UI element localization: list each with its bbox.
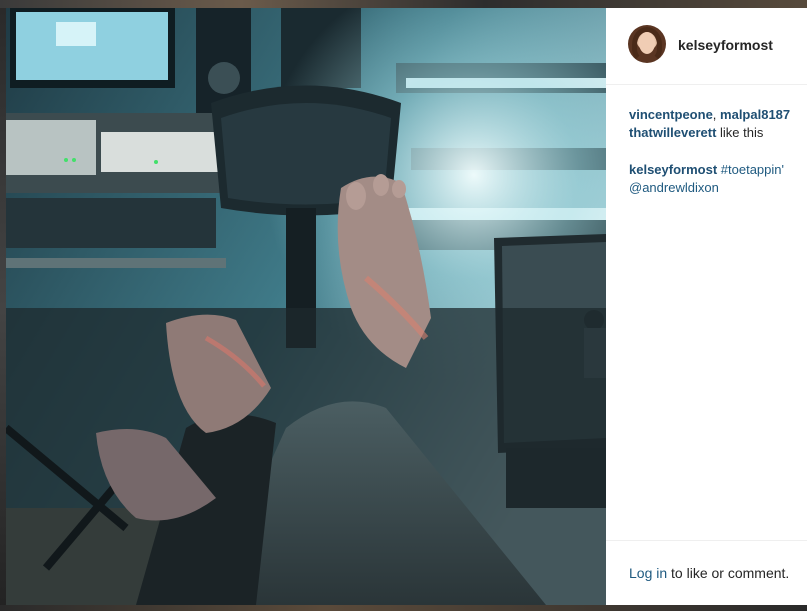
likes-summary: vincentpeone, malpal8187 thatwilleverett … xyxy=(629,106,807,142)
photo-illustration xyxy=(6,8,606,605)
likes-suffix: like this xyxy=(716,125,764,140)
post-footer: Log in to like or comment. xyxy=(606,540,807,606)
liker-link-3[interactable]: thatwilleverett xyxy=(629,125,716,140)
login-prompt-text: to like or comment. xyxy=(667,565,790,581)
avatar[interactable] xyxy=(628,25,666,63)
caption-hashtag-link[interactable]: #toetappin' xyxy=(721,162,784,177)
post-header: kelseyformost xyxy=(606,8,807,85)
post-side-panel: kelseyformost vincentpeone, malpal8187 th… xyxy=(606,8,807,605)
liker-link-2[interactable]: malpal8187 xyxy=(720,107,790,122)
post-caption: kelseyformost #toetappin' @andrewldixon xyxy=(629,161,807,197)
login-link[interactable]: Log in xyxy=(629,565,667,581)
caption-mention-link[interactable]: @andrewldixon xyxy=(629,180,719,195)
liker-link-1[interactable]: vincentpeone xyxy=(629,107,713,122)
author-username-link[interactable]: kelseyformost xyxy=(678,37,773,53)
login-prompt: Log in to like or comment. xyxy=(629,565,789,581)
page-backdrop xyxy=(0,0,807,8)
avatar-face xyxy=(639,32,655,54)
caption-username-link[interactable]: kelseyformost xyxy=(629,162,717,177)
post-photo[interactable] xyxy=(6,8,606,605)
likes-separator: , xyxy=(712,107,721,122)
